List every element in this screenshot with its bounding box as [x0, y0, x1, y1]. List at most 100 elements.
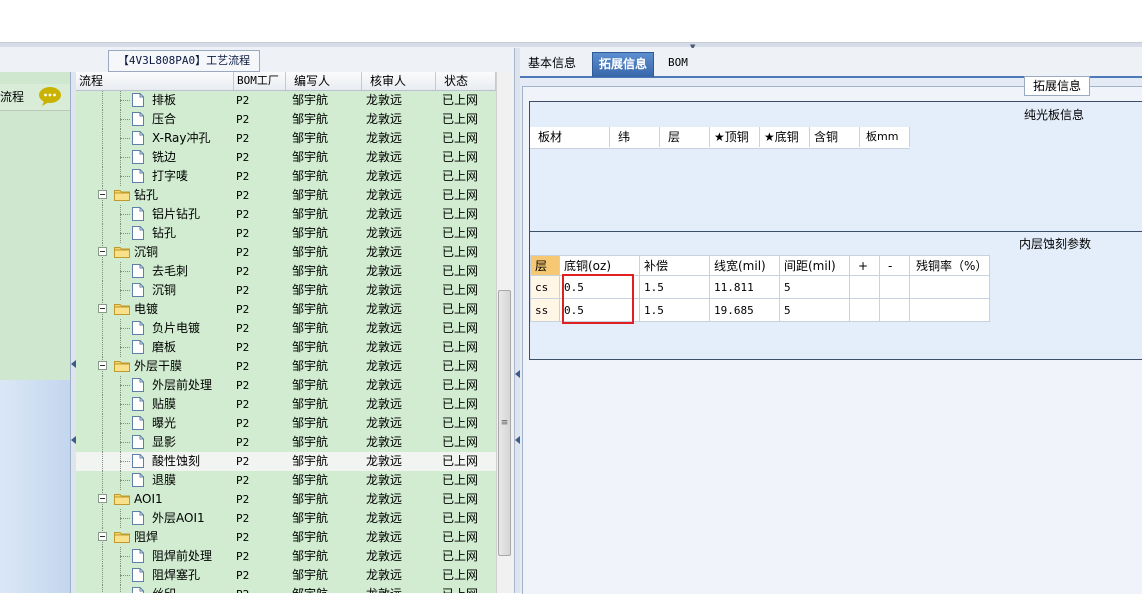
- col-header-layer[interactable]: 层: [530, 255, 560, 276]
- tree-node-label: 沉铜: [134, 245, 159, 259]
- etch-cell-compensation[interactable]: 1.5: [640, 299, 710, 322]
- tree-row[interactable]: 阻焊塞孔 P2 邹宇航 龙敦远 已上网: [76, 566, 496, 585]
- etch-cell-line-width[interactable]: 19.685: [710, 299, 780, 322]
- reviewer-cell: 龙敦远: [366, 150, 403, 164]
- highlight-box: [562, 274, 634, 324]
- tree-row[interactable]: 丝印 P2 邹宇航 龙敦远 已上网: [76, 585, 496, 593]
- tree-row[interactable]: X-Ray冲孔 P2 邹宇航 龙敦远 已上网: [76, 129, 496, 148]
- col-header-process[interactable]: 流程: [76, 72, 234, 90]
- tree-row[interactable]: 退膜 P2 邹宇航 龙敦远 已上网: [76, 471, 496, 490]
- tree-row[interactable]: 沉铜 P2 邹宇航 龙敦远 已上网: [76, 281, 496, 300]
- tree-connector: [102, 110, 103, 129]
- tree-row[interactable]: 外层干膜 P2 邹宇航 龙敦远 已上网: [76, 357, 496, 376]
- etch-cell-residual[interactable]: [910, 276, 990, 299]
- tree-node-label: 铣边: [152, 150, 177, 164]
- document-icon: [132, 207, 144, 221]
- tab-basic-info[interactable]: 基本信息: [522, 52, 582, 76]
- tree-row[interactable]: 酸性蚀刻 P2 邹宇航 龙敦远 已上网: [76, 452, 496, 471]
- collapse-toggle-icon[interactable]: [98, 304, 107, 313]
- tree-row[interactable]: 贴膜 P2 邹宇航 龙敦远 已上网: [76, 395, 496, 414]
- tree-row[interactable]: 铝片钻孔 P2 邹宇航 龙敦远 已上网: [76, 205, 496, 224]
- etch-cell-spacing[interactable]: 5: [780, 299, 850, 322]
- tree-row[interactable]: 电镀 P2 邹宇航 龙敦远 已上网: [76, 300, 496, 319]
- col-header-minus[interactable]: -: [880, 255, 910, 276]
- chat-bubble-icon[interactable]: [38, 86, 62, 106]
- col-header-spacing[interactable]: 间距(mil): [780, 255, 850, 276]
- status-cell: 已上网: [442, 416, 479, 430]
- col-header-bottom-copper[interactable]: ★底铜: [760, 127, 810, 147]
- tree-connector: [120, 233, 130, 234]
- tree-node-label: 外层干膜: [134, 359, 183, 373]
- tree-node-label: 外层前处理: [152, 378, 213, 392]
- col-header-top-copper[interactable]: ★顶铜: [710, 127, 760, 147]
- etch-cell-minus[interactable]: [880, 299, 910, 322]
- status-cell: 已上网: [442, 435, 479, 449]
- tree-row[interactable]: 阻焊前处理 P2 邹宇航 龙敦远 已上网: [76, 547, 496, 566]
- etch-cell-compensation[interactable]: 1.5: [640, 276, 710, 299]
- tree-row[interactable]: 外层前处理 P2 邹宇航 龙敦远 已上网: [76, 376, 496, 395]
- tree-row[interactable]: 排板 P2 邹宇航 龙敦远 已上网: [76, 91, 496, 110]
- bom-cell: P2: [236, 417, 250, 430]
- tree-row[interactable]: 钻孔 P2 邹宇航 龙敦远 已上网: [76, 224, 496, 243]
- document-icon: [132, 321, 144, 335]
- tree-connector: [102, 148, 103, 167]
- tree-row[interactable]: 显影 P2 邹宇航 龙敦远 已上网: [76, 433, 496, 452]
- etch-cell-spacing[interactable]: 5: [780, 276, 850, 299]
- tree-row[interactable]: 阻焊 P2 邹宇航 龙敦远 已上网: [76, 528, 496, 547]
- etch-cell-plus[interactable]: [850, 299, 880, 322]
- bom-cell: P2: [236, 569, 250, 582]
- etch-cell-plus[interactable]: [850, 276, 880, 299]
- tree-row[interactable]: 外层AOI1 P2 邹宇航 龙敦远 已上网: [76, 509, 496, 528]
- bom-cell: P2: [236, 360, 250, 373]
- tab-bom[interactable]: BOM: [662, 52, 694, 76]
- tab-extended-info[interactable]: 拓展信息: [592, 52, 655, 77]
- etch-cell-minus[interactable]: [880, 276, 910, 299]
- tree-row[interactable]: 铣边 P2 邹宇航 龙敦远 已上网: [76, 148, 496, 167]
- document-icon: [132, 397, 144, 411]
- tree-row[interactable]: 钻孔 P2 邹宇航 龙敦远 已上网: [76, 186, 496, 205]
- etch-row-layer[interactable]: cs: [530, 276, 560, 299]
- col-header-base-copper[interactable]: 底铜(oz): [560, 255, 640, 276]
- col-header-status[interactable]: 状态: [436, 72, 496, 90]
- writer-cell: 邹宇航: [292, 378, 329, 392]
- collapse-toggle-icon[interactable]: [98, 494, 107, 503]
- tree-connector: [120, 575, 130, 576]
- col-header-plus[interactable]: +: [850, 255, 880, 276]
- col-header-bom[interactable]: BOM工厂: [234, 72, 286, 90]
- tree-node-label: 阻焊前处理: [152, 549, 213, 563]
- tree-row[interactable]: 磨板 P2 邹宇航 龙敦远 已上网: [76, 338, 496, 357]
- col-header-thickness[interactable]: 板mm: [860, 127, 910, 147]
- tree-row[interactable]: AOI1 P2 邹宇航 龙敦远 已上网: [76, 490, 496, 509]
- etch-cell-line-width[interactable]: 11.811: [710, 276, 780, 299]
- col-header-sheet[interactable]: 板材: [530, 127, 610, 147]
- reviewer-cell: 龙敦远: [366, 264, 403, 278]
- collapse-toggle-icon[interactable]: [98, 532, 107, 541]
- writer-cell: 邹宇航: [292, 207, 329, 221]
- tree-connector: [102, 566, 103, 585]
- tree-connector: [120, 100, 130, 101]
- col-header-layer[interactable]: 层: [660, 127, 710, 147]
- col-header-copper-content[interactable]: 含铜: [810, 127, 860, 147]
- tree-row[interactable]: 曝光 P2 邹宇航 龙敦远 已上网: [76, 414, 496, 433]
- tree-row[interactable]: 打字唛 P2 邹宇航 龙敦远 已上网: [76, 167, 496, 186]
- etch-row-layer[interactable]: ss: [530, 299, 560, 322]
- col-header-reviewer[interactable]: 核审人: [362, 72, 436, 90]
- col-header-weft[interactable]: 纬: [610, 127, 660, 147]
- tree-node-label: AOI1: [134, 492, 163, 506]
- tree-row[interactable]: 负片电镀 P2 邹宇航 龙敦远 已上网: [76, 319, 496, 338]
- col-header-compensation[interactable]: 补偿: [640, 255, 710, 276]
- col-header-residual-copper[interactable]: 残铜率（%）: [910, 255, 990, 276]
- reviewer-cell: 龙敦远: [366, 397, 403, 411]
- tree-row[interactable]: 压合 P2 邹宇航 龙敦远 已上网: [76, 110, 496, 129]
- collapse-toggle-icon[interactable]: [98, 190, 107, 199]
- status-cell: 已上网: [442, 585, 478, 593]
- tree-connector: [102, 262, 103, 281]
- tree-row[interactable]: 沉铜 P2 邹宇航 龙敦远 已上网: [76, 243, 496, 262]
- collapse-toggle-icon[interactable]: [98, 361, 107, 370]
- bom-cell: P2: [236, 227, 250, 240]
- collapse-toggle-icon[interactable]: [98, 247, 107, 256]
- col-header-line-width[interactable]: 线宽(mil): [710, 255, 780, 276]
- tree-row[interactable]: 去毛刺 P2 邹宇航 龙敦远 已上网: [76, 262, 496, 281]
- etch-cell-residual[interactable]: [910, 299, 990, 322]
- col-header-writer[interactable]: 编写人: [286, 72, 362, 90]
